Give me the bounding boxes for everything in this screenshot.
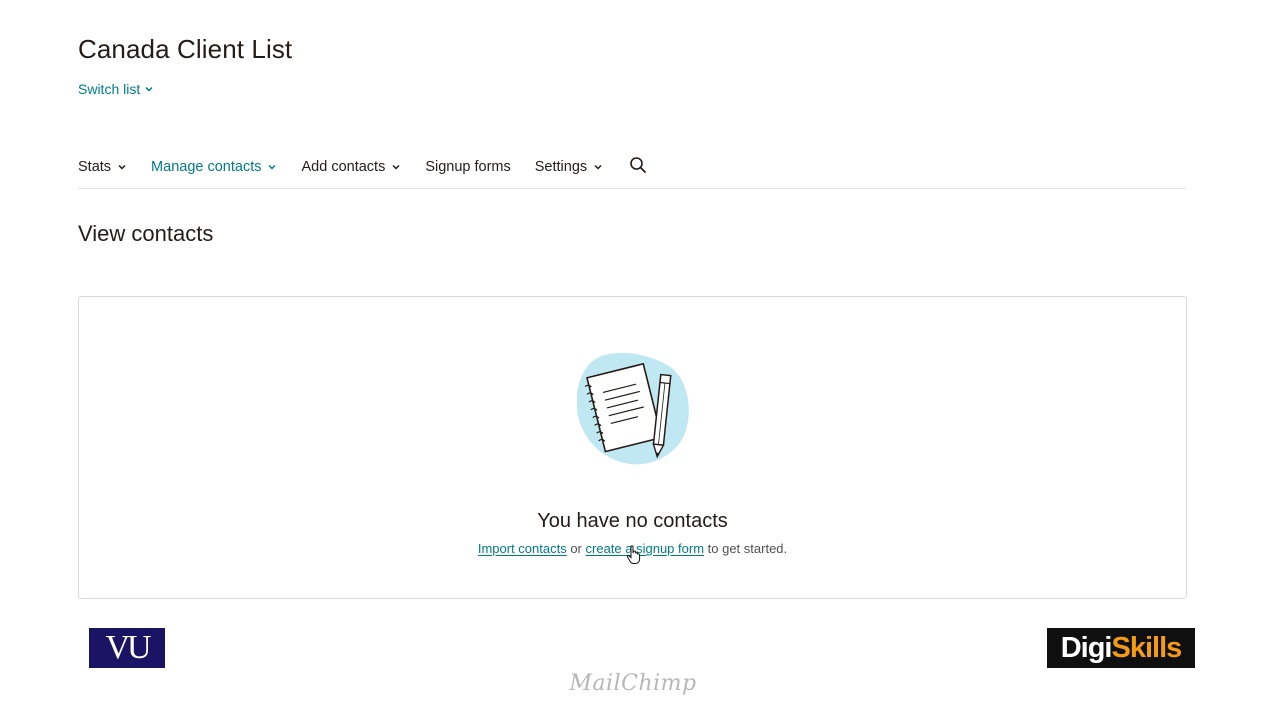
- search-button[interactable]: [629, 152, 647, 182]
- nav-item-stats[interactable]: Stats: [78, 152, 127, 182]
- nav-item-label: Settings: [534, 159, 588, 175]
- chevron-down-icon: [267, 162, 277, 172]
- switch-list-label: Switch list: [78, 81, 141, 97]
- chevron-down-icon: [593, 162, 603, 172]
- nav-item-label: Stats: [78, 159, 112, 175]
- nav-item-signup-forms[interactable]: Signup forms: [425, 152, 510, 182]
- nav-item-label: Manage contacts: [151, 159, 262, 175]
- chevron-down-icon: [391, 162, 401, 172]
- section-title: View contacts: [78, 221, 214, 246]
- create-signup-form-link[interactable]: create a signup form: [586, 541, 705, 556]
- digiskills-logo-skills: Skills: [1111, 631, 1183, 664]
- get-started-text: to get started.: [704, 541, 788, 556]
- import-contacts-link[interactable]: Import contacts: [478, 541, 567, 556]
- nav-item-label: Add contacts: [301, 159, 386, 175]
- nav-item-label: Signup forms: [425, 159, 511, 175]
- empty-state-title: You have no contacts: [537, 510, 728, 532]
- nav-item-manage-contacts[interactable]: Manage contacts: [151, 152, 277, 182]
- or-text: or: [566, 541, 586, 556]
- chevron-down-icon: [117, 162, 127, 172]
- notepad-pencil-illustration: [576, 351, 693, 469]
- vu-logo-text: VU: [105, 629, 151, 666]
- digiskills-logo-digi: Digi: [1060, 631, 1113, 664]
- page-title: Canada Client List: [78, 34, 293, 64]
- switch-list-button[interactable]: Switch list: [78, 81, 154, 97]
- list-nav: Stats Manage contacts Add contacts Signu…: [78, 152, 1186, 189]
- nav-item-add-contacts[interactable]: Add contacts: [301, 152, 401, 182]
- search-icon: [629, 156, 647, 179]
- digiskills-logo: Digi Skills: [1047, 628, 1195, 668]
- hand-cursor-icon: [626, 545, 642, 565]
- chevron-down-icon: [144, 84, 154, 94]
- mailchimp-logo: MailChimp: [569, 671, 697, 696]
- nav-item-settings[interactable]: Settings: [535, 152, 603, 182]
- vu-logo: VU: [89, 628, 165, 668]
